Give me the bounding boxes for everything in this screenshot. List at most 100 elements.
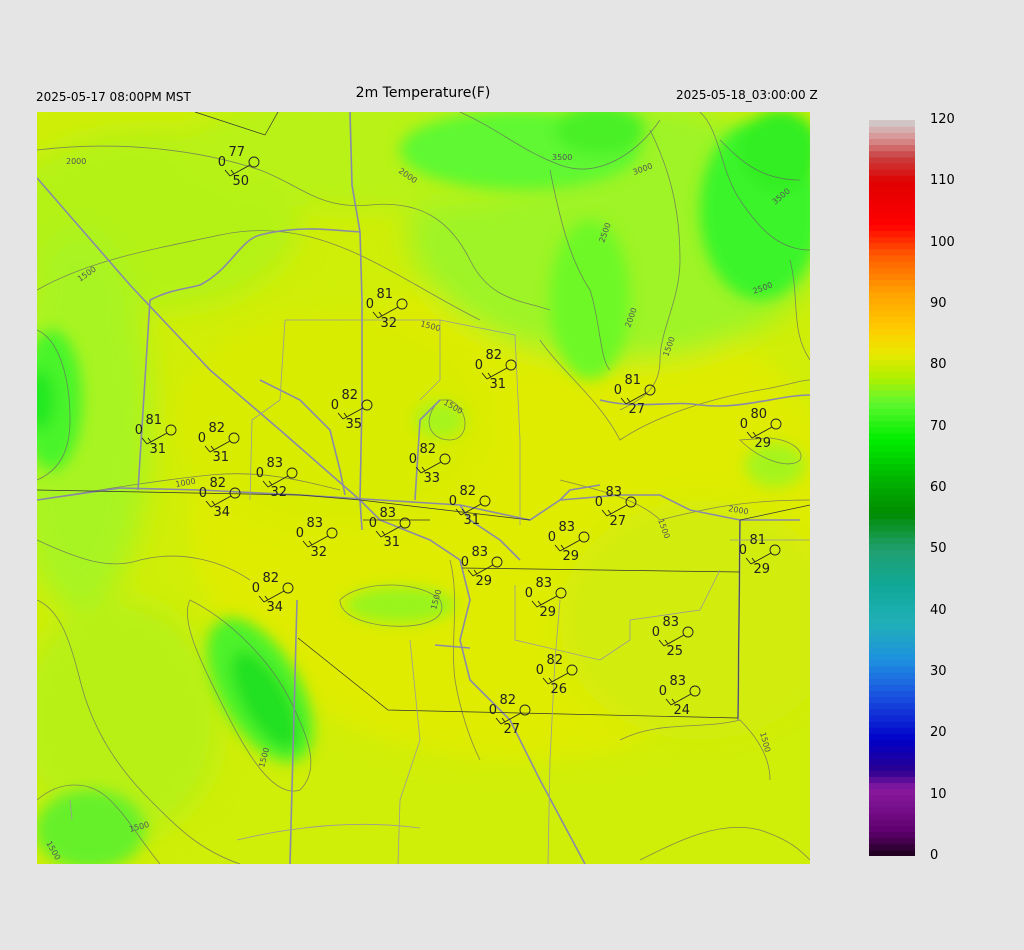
station-value: 0 (652, 625, 660, 640)
station-temperature: 82 (262, 571, 279, 586)
colorbar-band (869, 672, 915, 679)
colorbar-band (869, 310, 915, 317)
colorbar-band (869, 126, 915, 133)
station-value: 0 (199, 486, 207, 501)
station-dewpoint: 31 (149, 442, 166, 457)
station-value: 0 (595, 495, 603, 510)
station-value: 0 (461, 555, 469, 570)
colorbar-tick-label: 30 (930, 664, 947, 679)
colorbar-band (869, 641, 915, 649)
colorbar-band (869, 150, 915, 158)
colorbar-band (869, 745, 915, 753)
colorbar-band (869, 665, 915, 673)
station-value: 0 (256, 466, 264, 481)
colorbar-band (869, 162, 915, 170)
colorbar-band (869, 242, 915, 250)
station-temperature: 81 (624, 373, 641, 388)
colorbar-band (869, 383, 915, 391)
colorbar-band (869, 212, 915, 219)
colorbar-band (869, 267, 915, 274)
station-dewpoint: 27 (628, 402, 645, 417)
colorbar-band (869, 230, 915, 238)
station-dewpoint: 34 (213, 505, 230, 520)
contour-label: 3500 (552, 153, 572, 162)
station-temperature: 82 (208, 421, 225, 436)
colorbar-band (869, 653, 915, 661)
colorbar-band (869, 365, 915, 373)
colorbar-tick-label: 50 (930, 541, 947, 557)
colorbar-band (869, 328, 915, 336)
station-value: 0 (218, 155, 226, 170)
colorbar-band (869, 457, 915, 465)
colorbar-band (869, 181, 915, 189)
colorbar-tick-label: 120 (930, 112, 955, 127)
colorbar-tick-label: 110 (930, 173, 955, 189)
colorbar-band (869, 132, 915, 139)
colorbar-band (869, 573, 915, 581)
colorbar-band (869, 819, 915, 826)
station-value: 0 (198, 431, 206, 446)
colorbar-band (869, 604, 915, 612)
station-dewpoint: 32 (270, 485, 287, 500)
colorbar-band (869, 279, 915, 287)
station-temperature: 83 (266, 456, 283, 471)
station-temperature: 83 (669, 674, 686, 689)
colorbar-band (869, 592, 915, 599)
colorbar-band (869, 285, 915, 293)
colorbar-band (869, 199, 915, 207)
colorbar-band (869, 273, 915, 281)
colorbar-band (869, 518, 915, 526)
colorbar-band (869, 414, 915, 422)
station-temperature: 83 (605, 485, 622, 500)
station-value: 0 (659, 684, 667, 699)
colorbar-band (869, 451, 915, 458)
station-dewpoint: 27 (609, 514, 626, 529)
colorbar-tick-label: 90 (930, 296, 947, 311)
colorbar-band (869, 224, 915, 231)
station-dewpoint: 31 (463, 513, 480, 528)
station-temperature: 82 (419, 442, 436, 457)
colorbar-band (869, 543, 915, 550)
colorbar-band (869, 524, 915, 532)
colorbar-tick-label: 40 (930, 602, 947, 618)
station-value: 0 (739, 543, 747, 558)
colorbar-band (869, 304, 915, 311)
colorbar-band (869, 764, 915, 771)
colorbar-band (869, 659, 915, 667)
station-dewpoint: 33 (423, 471, 440, 486)
colorbar-band (869, 635, 915, 642)
station-value: 0 (296, 526, 304, 541)
station-temperature: 81 (376, 287, 393, 302)
colorbar-tick-label: 70 (930, 418, 947, 434)
colorbar-band (869, 353, 915, 360)
colorbar-band (869, 475, 915, 483)
station-dewpoint: 32 (310, 545, 327, 560)
station-value: 0 (252, 581, 260, 596)
colorbar-band (869, 831, 915, 839)
colorbar-band (869, 782, 915, 790)
colorbar-band (869, 813, 915, 820)
colorbar-band (869, 825, 915, 833)
colorbar-band (869, 770, 915, 777)
station-dewpoint: 31 (489, 377, 506, 392)
colorbar-band (869, 849, 915, 856)
colorbar-band (869, 512, 915, 520)
colorbar-band (869, 187, 915, 195)
station-value: 0 (548, 530, 556, 545)
colorbar-band (869, 254, 915, 262)
colorbar-band (869, 684, 915, 691)
temperature-colorbar (869, 120, 915, 856)
station-temperature: 83 (379, 506, 396, 521)
colorbar-band (869, 622, 915, 630)
colorbar-band (869, 647, 915, 655)
colorbar-band (869, 175, 915, 182)
colorbar-band (869, 218, 915, 225)
colorbar-band (869, 837, 915, 845)
colorbar-band (869, 371, 915, 379)
colorbar-band (869, 120, 915, 127)
colorbar-band (869, 708, 915, 716)
colorbar-band (869, 438, 915, 446)
station-temperature: 83 (471, 545, 488, 560)
station-dewpoint: 50 (232, 174, 249, 189)
colorbar-band (869, 702, 915, 710)
